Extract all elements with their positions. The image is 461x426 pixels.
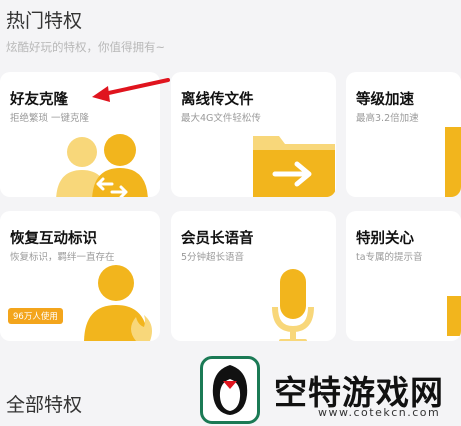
usage-badge: 96万人使用 [8, 308, 63, 324]
card-title: 会员长语音 [181, 231, 254, 247]
privilege-card-offline-file[interactable]: 离线传文件 最大4G文件轻松传 [171, 72, 336, 197]
section-subtitle: 炫酷好玩的特权，你值得拥有~ [6, 40, 166, 54]
privilege-card-special-care[interactable]: 特别关心 ta专属的提示音 [346, 211, 461, 341]
watermark: 空特游戏网 www.cotekcn.com [200, 356, 461, 426]
card-desc: 恢复标识，羁绊一直存在 [10, 252, 115, 263]
privilege-card-long-voice[interactable]: 会员长语音 5分钟超长语音 [171, 211, 336, 341]
card-desc: 5分钟超长语音 [181, 252, 245, 263]
privilege-card-level-boost[interactable]: 等级加速 最高3.2倍加速 [346, 72, 461, 197]
card-title: 离线传文件 [181, 92, 254, 108]
user-flame-icon [84, 265, 152, 341]
card-title: 恢复互动标识 [10, 231, 97, 247]
card-desc: 拒绝繁琐 一键克隆 [10, 113, 90, 124]
card-title: 特别关心 [356, 231, 414, 247]
penguin-logo-icon [200, 356, 260, 424]
section-title: 热门特权 [6, 10, 83, 32]
red-arrow-annotation [92, 78, 170, 102]
card-desc: ta专属的提示音 [356, 252, 423, 263]
speed-icon [445, 127, 461, 197]
section-header: 热门特权 炫酷好玩的特权，你值得拥有~ [6, 6, 165, 55]
card-desc: 最高3.2倍加速 [356, 113, 419, 124]
privilege-card-restore-interaction[interactable]: 恢复互动标识 恢复标识，羁绊一直存在 96万人使用 [0, 211, 160, 341]
microphone-icon [272, 269, 314, 341]
bell-icon [447, 296, 461, 336]
folder-icon [253, 136, 335, 197]
card-desc: 最大4G文件轻松传 [181, 113, 261, 124]
watermark-url: www.cotekcn.com [318, 406, 441, 419]
card-title: 等级加速 [356, 92, 414, 108]
all-privileges-title: 全部特权 [6, 394, 83, 416]
clone-users-icon [56, 134, 148, 197]
card-title: 好友克隆 [10, 92, 68, 108]
